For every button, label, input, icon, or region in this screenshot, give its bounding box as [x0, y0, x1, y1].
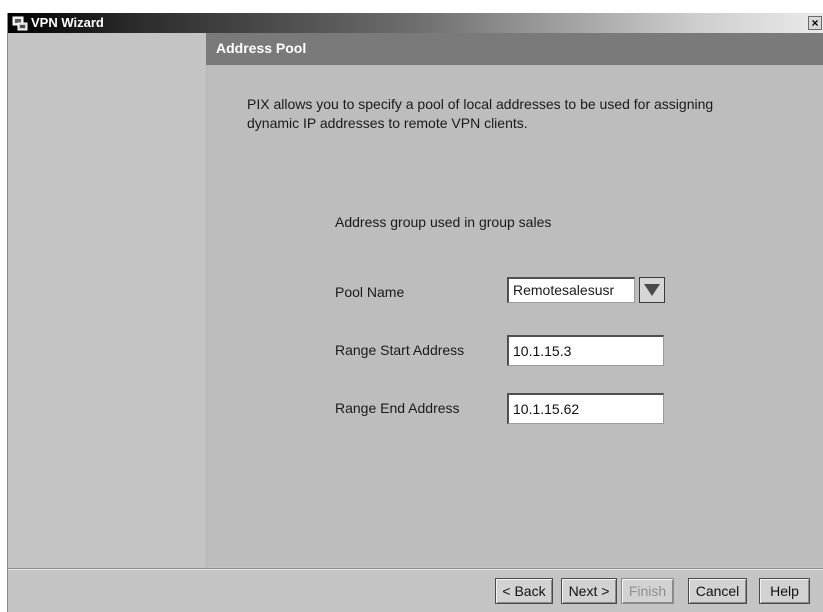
range-end-label: Range End Address: [335, 400, 460, 416]
range-start-label: Range Start Address: [335, 342, 465, 358]
wizard-side-panel: [8, 33, 207, 568]
pool-name-combobox[interactable]: Remotesalesusr: [507, 277, 635, 303]
help-button[interactable]: Help: [759, 578, 810, 604]
wizard-button-bar: < Back Next > Finish Cancel Help: [8, 570, 823, 612]
next-button[interactable]: Next >: [561, 578, 617, 604]
vpn-wizard-window: VPN Wizard × Address Pool PIX allows you…: [7, 13, 823, 612]
title-bar[interactable]: VPN Wizard ×: [8, 13, 823, 33]
address-group-label: Address group used in group sales: [335, 214, 552, 230]
step-header: Address Pool: [206, 33, 823, 65]
pool-name-label: Pool Name: [335, 284, 405, 300]
wizard-content: PIX allows you to specify a pool of loca…: [207, 65, 823, 567]
back-button[interactable]: < Back: [495, 578, 553, 604]
step-title: Address Pool: [216, 40, 307, 56]
range-start-input[interactable]: [507, 335, 664, 366]
vpn-wizard-app-icon: [12, 15, 28, 31]
intro-text: PIX allows you to specify a pool of loca…: [247, 96, 714, 131]
finish-button[interactable]: Finish: [621, 578, 674, 604]
triangle-down-icon: [644, 284, 660, 296]
cancel-button[interactable]: Cancel: [688, 578, 747, 604]
pool-name-dropdown-button[interactable]: [639, 277, 665, 303]
close-icon[interactable]: ×: [808, 16, 822, 30]
range-end-input[interactable]: [507, 393, 664, 424]
window-title: VPN Wizard: [31, 15, 104, 30]
